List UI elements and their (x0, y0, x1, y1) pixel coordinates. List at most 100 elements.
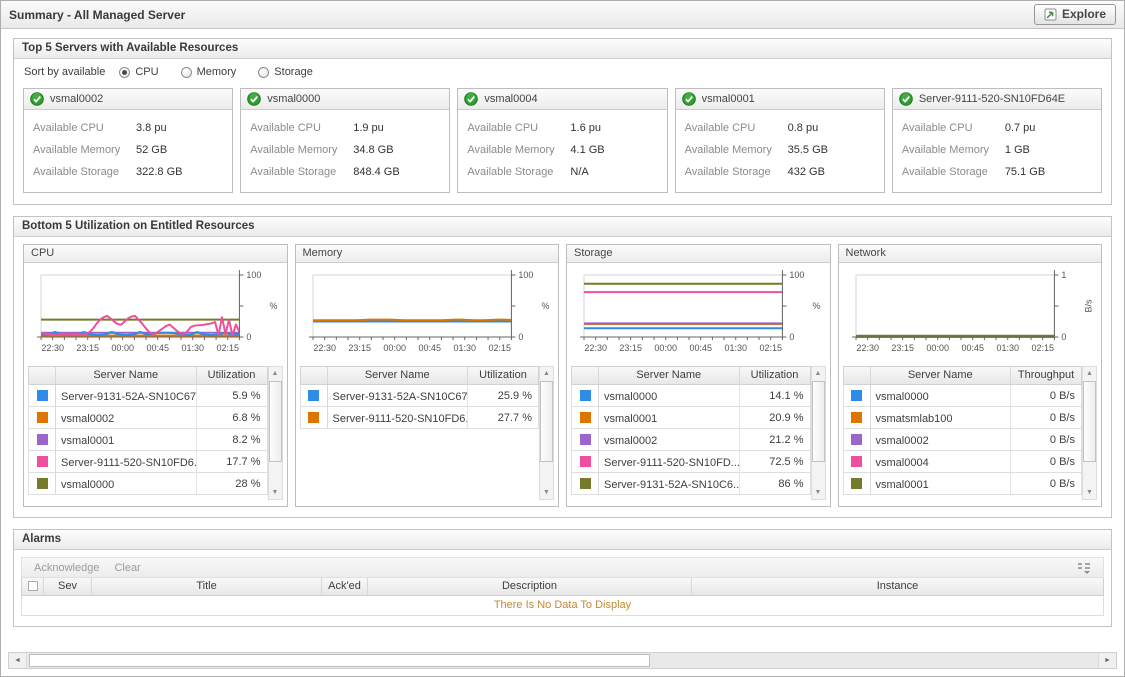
hscroll-track[interactable] (26, 653, 1099, 668)
server-card-header[interactable]: vsmal0002 (24, 89, 232, 110)
utilization-chart: 22:3023:1500:0000:4501:3002:1510B/s (839, 263, 1102, 365)
col-server-name[interactable]: Server Name (56, 367, 197, 384)
col-server-name[interactable]: Server Name (328, 367, 469, 384)
metric-value-cell: 21.2 % (740, 432, 810, 448)
server-card-body: Available CPU0.7 puAvailable Memory1 GBA… (893, 110, 1101, 192)
table-row[interactable]: vsmal000120.9 % (571, 407, 811, 429)
table-row[interactable]: Server-9111-520-SN10FD6...17.7 % (28, 451, 268, 473)
scroll-down-button[interactable]: ▼ (540, 486, 553, 499)
utilization-panel-memory: Memory 22:3023:1500:0000:4501:3002:15100… (295, 244, 560, 507)
vertical-scrollbar[interactable]: ▲ ▼ (1082, 366, 1097, 500)
metric-label: Available Memory (33, 144, 136, 156)
server-card-header[interactable]: vsmal0000 (241, 89, 449, 110)
panel-header: Network (839, 245, 1102, 263)
server-name-cell: vsmatsmlab100 (871, 407, 1012, 428)
table-row[interactable]: vsmal00010 B/s (843, 473, 1083, 495)
table-row[interactable]: Server-9131-52A-SN10C67...25.9 % (300, 385, 540, 407)
scroll-down-button[interactable]: ▼ (812, 486, 825, 499)
scroll-up-button[interactable]: ▲ (812, 367, 825, 380)
utilization-chart: 22:3023:1500:0000:4501:3002:151000% (296, 263, 559, 365)
server-card: vsmal0002 Available CPU3.8 puAvailable M… (23, 88, 233, 193)
sort-radio-cpu[interactable]: CPU (119, 66, 158, 78)
table-row[interactable]: vsmal00040 B/s (843, 451, 1083, 473)
vertical-scrollbar[interactable]: ▲ ▼ (539, 366, 554, 500)
scroll-down-button[interactable]: ▼ (1083, 486, 1096, 499)
swatch-cell (844, 385, 871, 406)
explore-button[interactable]: Explore (1034, 4, 1116, 25)
server-card-header[interactable]: vsmal0004 (458, 89, 666, 110)
vscroll-thumb[interactable] (269, 381, 282, 462)
scroll-right-button[interactable]: ► (1099, 653, 1116, 668)
radio-icon (181, 67, 192, 78)
col-metric[interactable]: Utilization (468, 367, 538, 384)
col-server-name[interactable]: Server Name (871, 367, 1012, 384)
metric-row: Available Memory1 GB (902, 139, 1092, 161)
server-card-header[interactable]: vsmal0001 (676, 89, 884, 110)
panel-title: Network (846, 247, 886, 259)
scroll-up-button[interactable]: ▲ (1083, 367, 1096, 380)
table-customizer-icon[interactable] (1077, 562, 1091, 574)
scroll-up-button[interactable]: ▲ (540, 367, 553, 380)
utilization-panel-storage: Storage 22:3023:1500:0000:4501:3002:1510… (566, 244, 831, 507)
table-row[interactable]: vsmal000028 % (28, 473, 268, 495)
vscroll-thumb[interactable] (812, 381, 825, 462)
scroll-down-button[interactable]: ▼ (269, 486, 282, 499)
table-row[interactable]: Server-9111-520-SN10FD6...27.7 % (300, 407, 540, 429)
sort-radio-storage[interactable]: Storage (258, 66, 313, 78)
vscroll-track[interactable] (269, 380, 282, 486)
vscroll-track[interactable] (540, 380, 553, 486)
server-name-cell: Server-9111-520-SN10FD6... (328, 407, 469, 428)
table-row[interactable]: vsmal00000 B/s (843, 385, 1083, 407)
table-row[interactable]: Server-9131-52A-SN10C67...5.9 % (28, 385, 268, 407)
vertical-scrollbar[interactable]: ▲ ▼ (811, 366, 826, 500)
table-row[interactable]: vsmal000014.1 % (571, 385, 811, 407)
sort-radio-memory[interactable]: Memory (181, 66, 237, 78)
acknowledge-button[interactable]: Acknowledge (34, 562, 99, 574)
bottom5-section: Bottom 5 Utilization on Entitled Resourc… (13, 216, 1112, 518)
vscroll-thumb[interactable] (540, 381, 553, 462)
server-name: vsmal0004 (484, 93, 537, 105)
horizontal-scrollbar[interactable]: ◄ ► (8, 652, 1117, 669)
clear-button[interactable]: Clear (114, 562, 140, 574)
table-row[interactable]: vsmal00018.2 % (28, 429, 268, 451)
panel-table-body: vsmal000014.1 %vsmal000120.9 %vsmal00022… (571, 385, 826, 495)
swatch-cell (572, 429, 599, 450)
vscroll-track[interactable] (812, 380, 825, 486)
col-metric[interactable]: Utilization (740, 367, 810, 384)
col-metric[interactable]: Throughput (1011, 367, 1081, 384)
table-row[interactable]: vsmal000221.2 % (571, 429, 811, 451)
metric-value: 848.4 GB (353, 166, 399, 178)
col-server-name[interactable]: Server Name (599, 367, 740, 384)
col-description[interactable]: Description (368, 578, 692, 595)
col-instance[interactable]: Instance (692, 578, 1103, 595)
table-row[interactable]: Server-9111-520-SN10FD...72.5 % (571, 451, 811, 473)
svg-text:%: % (812, 301, 820, 311)
vertical-scrollbar[interactable]: ▲ ▼ (268, 366, 283, 500)
server-name-cell: vsmal0001 (599, 407, 740, 428)
alarms-table-header: Sev Title Ack'ed Description Instance (21, 578, 1104, 596)
metric-label: Available Memory (902, 144, 1005, 156)
table-row[interactable]: vsmal00026.8 % (28, 407, 268, 429)
table-row[interactable]: Server-9131-52A-SN10C6...86 % (571, 473, 811, 495)
top5-section: Top 5 Servers with Available Resources S… (13, 38, 1112, 205)
server-card-header[interactable]: Server-9111-520-SN10FD64E (893, 89, 1101, 110)
explore-icon (1044, 8, 1057, 21)
metric-value: 4.1 GB (570, 144, 604, 156)
table-row[interactable]: vsmatsmlab1000 B/s (843, 407, 1083, 429)
col-acked[interactable]: Ack'ed (322, 578, 368, 595)
hscroll-thumb[interactable] (29, 654, 650, 667)
cards-row: vsmal0002 Available CPU3.8 puAvailable M… (14, 81, 1111, 204)
col-metric[interactable]: Utilization (197, 367, 267, 384)
vscroll-track[interactable] (1083, 380, 1096, 486)
svg-text:23:15: 23:15 (891, 343, 914, 353)
server-name-cell: vsmal0000 (871, 385, 1012, 406)
series-color-swatch (37, 434, 48, 445)
vscroll-thumb[interactable] (1083, 381, 1096, 462)
col-sev[interactable]: Sev (44, 578, 92, 595)
select-all-checkbox[interactable] (28, 581, 38, 591)
swatch-cell (301, 385, 328, 406)
scroll-up-button[interactable]: ▲ (269, 367, 282, 380)
table-row[interactable]: vsmal00020 B/s (843, 429, 1083, 451)
scroll-left-button[interactable]: ◄ (9, 653, 26, 668)
col-title[interactable]: Title (92, 578, 322, 595)
